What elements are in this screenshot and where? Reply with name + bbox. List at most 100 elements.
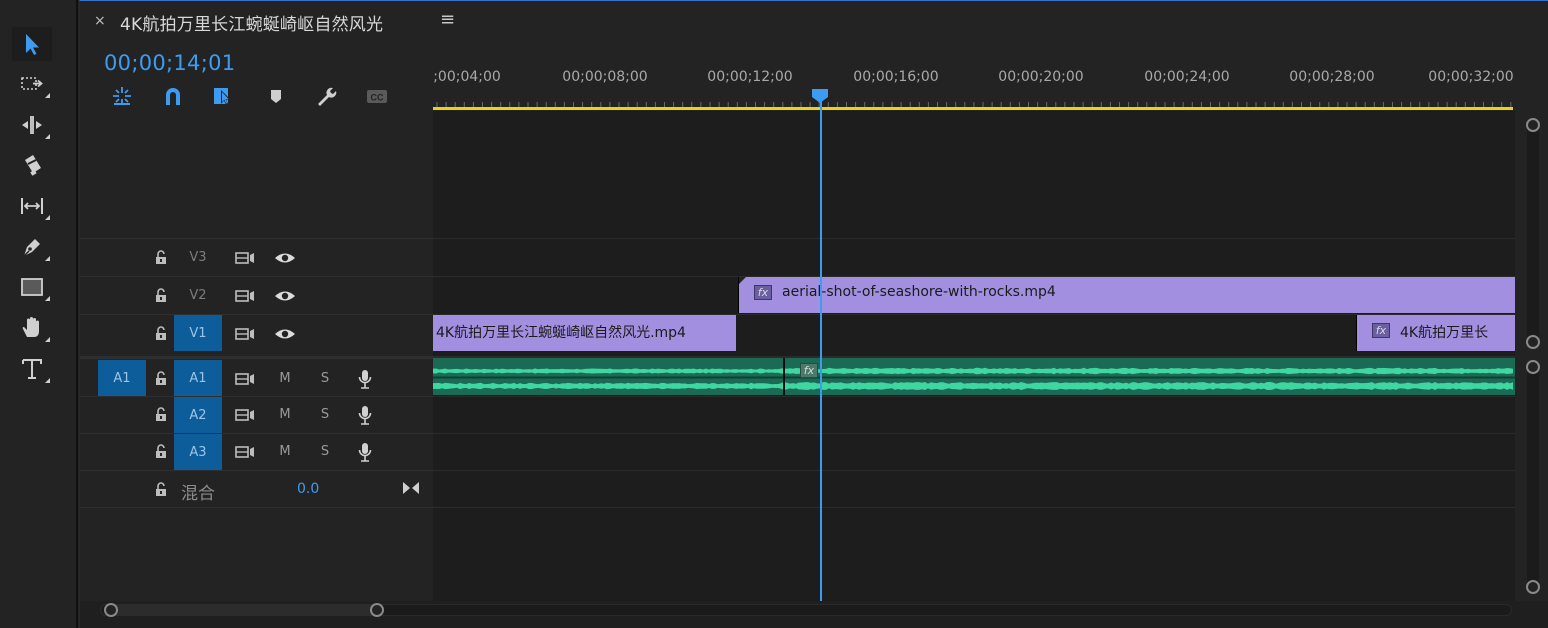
sync-lock-icon[interactable]	[234, 407, 256, 423]
eye-icon[interactable]	[274, 288, 296, 304]
ripple-edit-tool-icon[interactable]	[12, 108, 52, 142]
track-label-v3[interactable]: V3	[174, 239, 222, 275]
h-scroll-thumb[interactable]	[104, 604, 376, 616]
eye-icon[interactable]	[274, 250, 296, 266]
playhead-line[interactable]	[820, 99, 822, 601]
track-label-a3[interactable]: A3	[174, 434, 222, 470]
tools-panel	[0, 0, 70, 628]
lock-icon[interactable]	[153, 481, 169, 497]
ruler-label: ;00;04;00	[433, 69, 501, 85]
mix-label: 混合	[181, 484, 215, 504]
ruler-spacer	[1515, 43, 1548, 111]
timeline-header-controls: 00;00;14;01 CC	[80, 43, 433, 111]
microphone-icon[interactable]	[357, 369, 373, 389]
track-content-area[interactable]: fx aerial-shot-of-seashore-with-rocks.mp…	[433, 111, 1515, 601]
fx-badge[interactable]: fx	[1372, 323, 1390, 338]
microphone-icon[interactable]	[357, 442, 373, 462]
lock-icon[interactable]	[153, 325, 169, 341]
fx-badge[interactable]: fx	[800, 363, 818, 378]
track-header-v1: V1	[80, 314, 433, 352]
sync-lock-icon[interactable]	[234, 288, 256, 304]
tab-sequence-title[interactable]: 4K航拍万里长江蜿蜒崎岖自然风光	[120, 10, 383, 35]
selection-tool-icon[interactable]	[12, 27, 52, 61]
clip-a1-audio[interactable]: fx	[433, 358, 1515, 395]
mute-button[interactable]: M	[277, 371, 293, 386]
v-scroll-track-top[interactable]	[1527, 121, 1539, 343]
add-marker-icon[interactable]	[263, 85, 289, 107]
mix-collapse-icon[interactable]	[402, 480, 420, 496]
track-label-a2[interactable]: A2	[174, 397, 222, 433]
time-ruler[interactable]: ;00;04;00 00;00;08;00 00;00;12;00 00;00;…	[433, 43, 1515, 111]
h-scroll-handle-left[interactable]	[104, 603, 118, 617]
playhead-timecode[interactable]: 00;00;14;01	[104, 51, 235, 75]
slip-tool-icon[interactable]	[12, 189, 52, 223]
mix-value[interactable]: 0.0	[297, 481, 319, 497]
fx-badge[interactable]: fx	[754, 285, 772, 300]
ruler-label: 00;00;32;00	[1428, 69, 1514, 85]
v-scroll-handle-bottom[interactable]	[1526, 335, 1540, 349]
h-scroll-handle-right[interactable]	[370, 603, 384, 617]
linked-selection-icon[interactable]	[211, 85, 237, 107]
mute-button[interactable]: M	[277, 444, 293, 459]
a-scroll-handle-bottom[interactable]	[1526, 580, 1540, 594]
razor-tool-icon[interactable]	[12, 148, 52, 182]
type-tool-icon[interactable]	[12, 352, 52, 386]
lock-icon[interactable]	[153, 370, 169, 386]
ruler-label: 00;00;16;00	[853, 69, 939, 85]
a-scroll-handle-top[interactable]	[1526, 360, 1540, 374]
timeline-panel: × 4K航拍万里长江蜿蜒崎岖自然风光 ≡ 00;00;14;01 CC ;00;…	[79, 0, 1548, 628]
track-lane-a3[interactable]	[433, 433, 1515, 470]
source-patch-a1[interactable]: A1	[98, 360, 146, 396]
lock-icon[interactable]	[153, 443, 169, 459]
tab-menu-icon[interactable]: ≡	[440, 9, 455, 30]
captions-icon[interactable]: CC	[364, 85, 390, 107]
tab-close-button[interactable]: ×	[94, 13, 106, 29]
clip-v1-yangtze-2[interactable]: fx 4K航拍万里长	[1356, 315, 1515, 351]
lock-icon[interactable]	[153, 249, 169, 265]
a-scroll-track[interactable]	[1527, 363, 1539, 589]
clip-v2-aerial[interactable]: fx aerial-shot-of-seashore-with-rocks.mp…	[738, 277, 1515, 313]
eye-icon[interactable]	[274, 326, 296, 342]
rectangle-tool-icon[interactable]	[12, 270, 52, 304]
clip-name: 4K航拍万里长江蜿蜒崎岖自然风光.mp4	[436, 325, 686, 341]
tab-bar: × 4K航拍万里长江蜿蜒崎岖自然风光 ≡	[80, 1, 1548, 43]
work-area-bar[interactable]	[433, 107, 1513, 110]
solo-button[interactable]: S	[317, 407, 333, 422]
pen-tool-icon[interactable]	[12, 230, 52, 264]
track-select-forward-tool-icon[interactable]	[12, 67, 52, 101]
sync-lock-icon[interactable]	[234, 371, 256, 387]
track-lane-v3[interactable]	[433, 238, 1515, 276]
panel-divider[interactable]	[76, 0, 78, 628]
premiere-app: × 4K航拍万里长江蜿蜒崎岖自然风光 ≡ 00;00;14;01 CC ;00;…	[0, 0, 1548, 628]
ruler-label: 00;00;24;00	[1144, 69, 1230, 85]
settings-wrench-icon[interactable]	[313, 85, 339, 107]
ruler-ticks	[436, 102, 1512, 107]
horizontal-zoom-scrollbar[interactable]	[100, 601, 1520, 619]
solo-button[interactable]: S	[317, 371, 333, 386]
track-label-a1[interactable]: A1	[174, 360, 222, 396]
lock-icon[interactable]	[153, 287, 169, 303]
track-label-v1[interactable]: V1	[174, 315, 222, 351]
mute-button[interactable]: M	[277, 407, 293, 422]
sync-lock-icon[interactable]	[234, 444, 256, 460]
track-lane-a2[interactable]	[433, 396, 1515, 433]
nest-sequence-icon[interactable]	[109, 85, 135, 107]
hand-tool-icon[interactable]	[12, 311, 52, 345]
v-scroll-handle-top[interactable]	[1526, 118, 1540, 132]
clip-edit-point[interactable]	[783, 358, 785, 395]
clip-name: 4K航拍万里长	[1400, 325, 1489, 341]
clip-name: aerial-shot-of-seashore-with-rocks.mp4	[782, 284, 1056, 300]
microphone-icon[interactable]	[357, 405, 373, 425]
track-label-v2[interactable]: V2	[174, 277, 222, 313]
track-header-a1: A1 A1 M S	[80, 356, 433, 396]
track-header-a3: A3 M S	[80, 433, 433, 470]
snap-icon[interactable]	[160, 85, 186, 107]
track-lane-mix[interactable]	[433, 470, 1515, 508]
clip-v1-yangtze[interactable]: 4K航拍万里长江蜿蜒崎岖自然风光.mp4	[433, 315, 736, 351]
solo-button[interactable]: S	[317, 444, 333, 459]
svg-text:CC: CC	[371, 93, 384, 103]
lock-icon[interactable]	[153, 406, 169, 422]
sync-lock-icon[interactable]	[234, 326, 256, 342]
sync-lock-icon[interactable]	[234, 250, 256, 266]
ruler-label: 00;00;12;00	[707, 69, 793, 85]
